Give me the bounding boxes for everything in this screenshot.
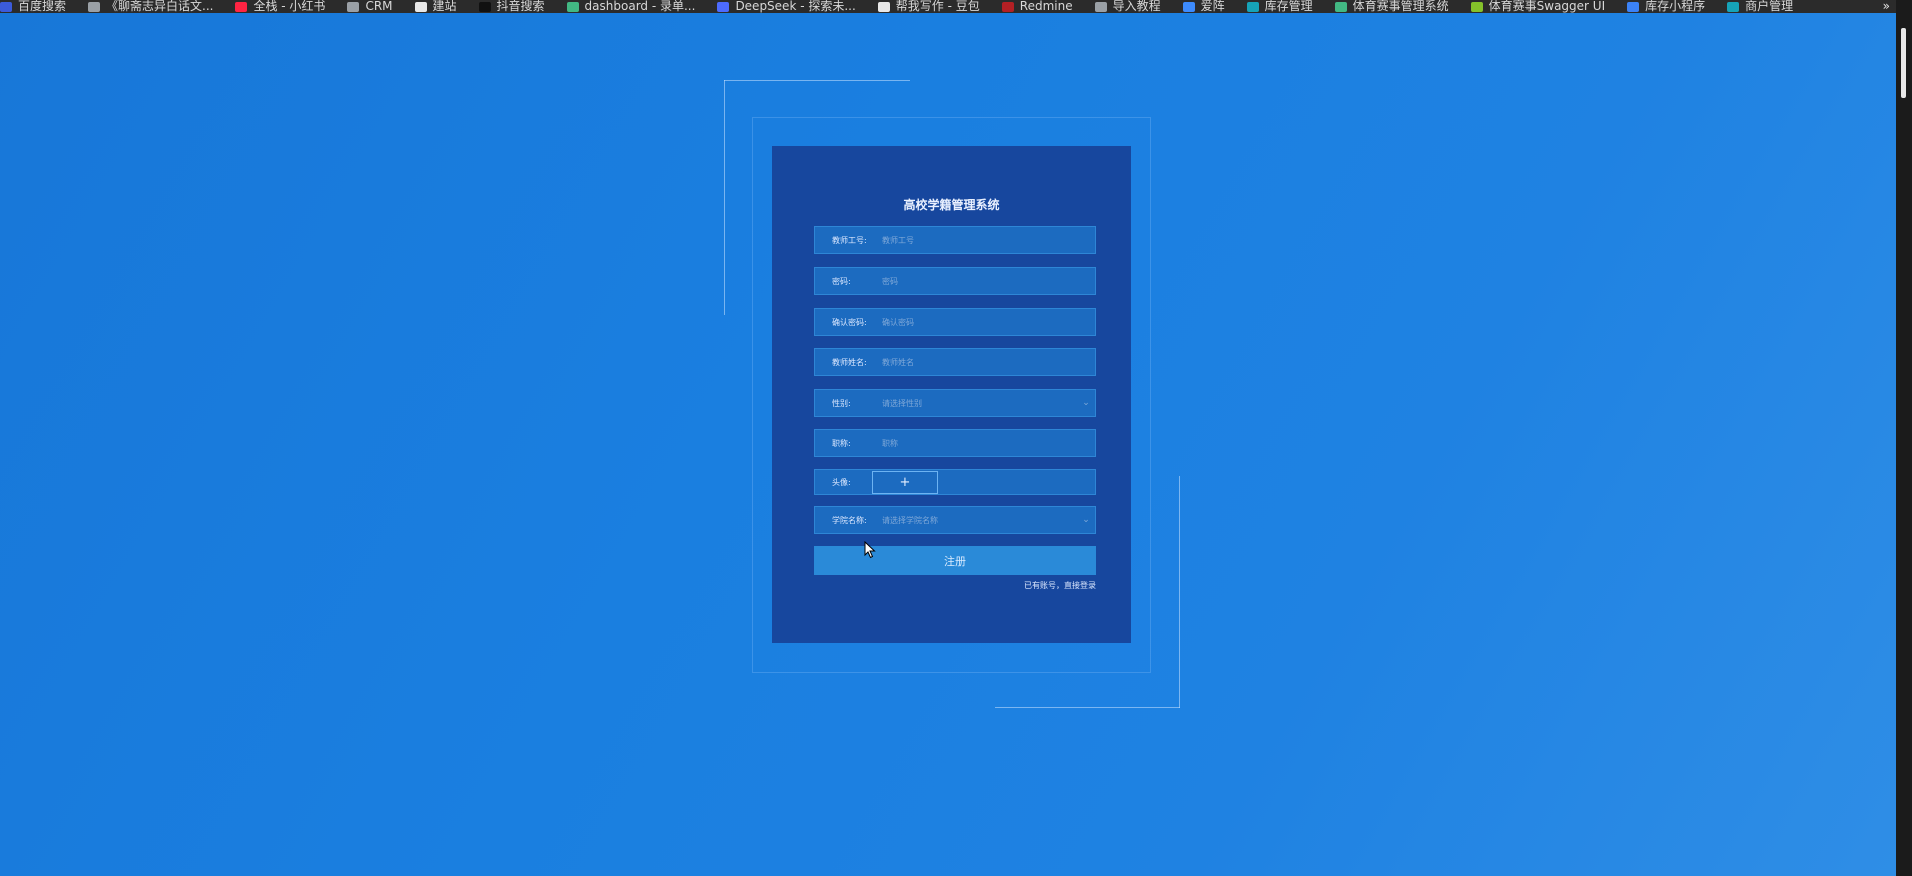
bookmark-item[interactable]: 建站 [414, 0, 457, 13]
bookmark-item[interactable]: 商户管理 [1727, 0, 1793, 13]
bookmarks-bar: 百度搜索 《聊斋志异白话文... 全栈 - 小红书 CRM 建站 抖音搜索 dashboar… [0, 0, 1896, 13]
xiaohongshu-icon [235, 1, 248, 12]
title-label: 职称: [832, 438, 851, 448]
register-button[interactable]: 注册 [814, 546, 1096, 575]
bookmark-label: 体育赛事管理系统 [1352, 0, 1449, 13]
teacher-id-input[interactable] [882, 235, 1095, 245]
bookmark-item[interactable]: CRM [347, 0, 393, 13]
mouse-cursor-icon [864, 541, 876, 559]
bookmark-item[interactable]: DeepSeek - 探索未... [717, 0, 856, 13]
bookmark-item[interactable]: 爱阵 [1182, 0, 1225, 13]
bookmark-app-icon [414, 1, 427, 12]
password-field[interactable]: 密码: [814, 267, 1096, 295]
chevron-down-icon: ⌄ [1082, 515, 1090, 525]
app-icon [1727, 1, 1740, 12]
deco-line-bottom-right-h [995, 707, 1180, 708]
gender-label: 性别: [832, 398, 851, 408]
bookmark-label: 爱阵 [1200, 0, 1225, 13]
bookmark-label: DeepSeek - 探索未... [735, 0, 856, 13]
bookmark-label: 导入教程 [1112, 0, 1161, 13]
bookmark-label: 体育赛事Swagger UI [1488, 0, 1606, 13]
plus-icon: + [899, 474, 911, 490]
college-label: 学院名称: [832, 515, 867, 525]
bookmark-item[interactable]: 抖音搜索 [478, 0, 545, 13]
teacher-name-input[interactable] [882, 357, 1095, 367]
bookmark-label: 商户管理 [1745, 0, 1794, 13]
globe-icon [88, 1, 101, 12]
bookmark-app-icon [0, 1, 12, 12]
password-label: 密码: [832, 276, 851, 286]
globe-icon [1094, 1, 1107, 12]
chevron-down-icon: ⌄ [1082, 398, 1090, 408]
swagger-icon [1470, 1, 1483, 12]
teacher-name-field[interactable]: 教师姓名: [814, 348, 1096, 376]
gender-placeholder: 请选择性别 [882, 398, 922, 408]
teacher-name-label: 教师姓名: [832, 357, 867, 367]
deepseek-icon [717, 1, 730, 12]
bookmark-item[interactable]: 百度搜索 [0, 0, 66, 13]
bookmark-label: 帮我写作 - 豆包 [895, 0, 980, 13]
shield-icon [1182, 1, 1195, 12]
vue-icon [566, 1, 579, 12]
login-link[interactable]: 已有账号，直接登录 [1024, 580, 1096, 591]
bookmark-label: dashboard - 录单... [584, 0, 696, 13]
bookmark-item[interactable]: 帮我写作 - 豆包 [877, 0, 980, 13]
app-icon [1246, 1, 1259, 12]
bookmark-item[interactable]: 库存管理 [1246, 0, 1313, 13]
title-input[interactable] [882, 438, 1095, 448]
scrollbar-thumb[interactable] [1901, 28, 1906, 98]
mountain-icon [1627, 1, 1640, 12]
deco-line-bottom-right-v [1179, 476, 1180, 708]
bookmark-item[interactable]: 全栈 - 小红书 [235, 0, 325, 13]
bookmark-label: 建站 [432, 0, 457, 13]
confirm-password-field[interactable]: 确认密码: [814, 308, 1096, 336]
avatar-upload-button[interactable]: + [872, 470, 938, 494]
teacher-id-field[interactable]: 教师工号: [814, 226, 1096, 254]
bookmark-label: Redmine [1019, 0, 1073, 13]
teacher-id-label: 教师工号: [832, 235, 867, 245]
bookmark-label: CRM [365, 0, 393, 13]
confirm-password-input[interactable] [882, 317, 1095, 327]
globe-icon [347, 1, 360, 12]
deco-line-top-left-v [724, 80, 725, 315]
vue-icon [1334, 1, 1347, 12]
password-input[interactable] [882, 276, 1095, 286]
gender-select[interactable]: 性别: 请选择性别 ⌄ [814, 389, 1096, 417]
bookmark-item[interactable]: dashboard - 录单... [566, 0, 696, 13]
bookmarks-more-button[interactable]: » [1883, 0, 1890, 13]
bookmark-label: 抖音搜索 [496, 0, 545, 13]
bookmark-label: 《聊斋志异白话文... [106, 0, 214, 13]
title-field[interactable]: 职称: [814, 429, 1096, 457]
scrollbar[interactable] [1896, 0, 1912, 876]
bookmark-item[interactable]: 导入教程 [1094, 0, 1161, 13]
bookmark-label: 全栈 - 小红书 [253, 0, 326, 13]
bookmark-item[interactable]: Redmine [1001, 0, 1073, 13]
bookmark-label: 库存小程序 [1645, 0, 1706, 13]
college-placeholder: 请选择学院名称 [882, 515, 938, 525]
avatar-field: 头像: + [814, 469, 1096, 495]
douyin-icon [478, 1, 491, 12]
college-select[interactable]: 学院名称: 请选择学院名称 ⌄ [814, 506, 1096, 534]
register-card: 高校学籍管理系统 教师工号: 密码: 确认密码: 教师姓名: 性别: 请选择性别… [772, 146, 1131, 643]
doubao-icon [877, 1, 890, 12]
bookmark-label: 百度搜索 [18, 0, 67, 13]
bookmark-item[interactable]: 库存小程序 [1627, 0, 1705, 13]
bookmark-item[interactable]: 体育赛事管理系统 [1334, 0, 1449, 13]
bookmark-item[interactable]: 《聊斋志异白话文... [88, 0, 213, 13]
deco-line-top-left-h [724, 80, 910, 81]
bookmark-label: 库存管理 [1264, 0, 1313, 13]
confirm-password-label: 确认密码: [832, 317, 867, 327]
page-title: 高校学籍管理系统 [903, 198, 1000, 212]
bookmark-item[interactable]: 体育赛事Swagger UI [1470, 0, 1606, 13]
redmine-icon [1001, 1, 1014, 12]
